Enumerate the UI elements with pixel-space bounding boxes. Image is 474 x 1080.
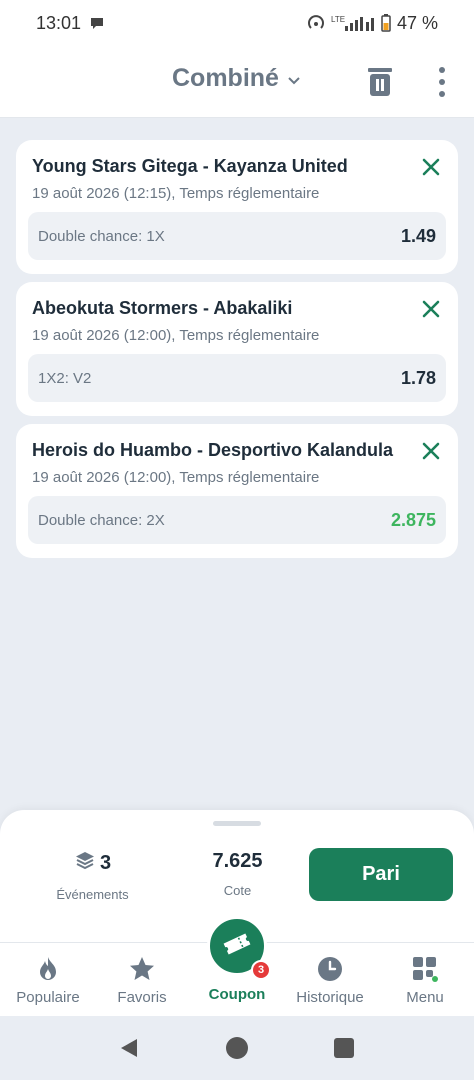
ticket-icon (222, 931, 252, 962)
chevron-down-icon (287, 64, 301, 93)
layers-icon (74, 850, 96, 877)
status-bar: 13:01 LTE 47 % (0, 0, 474, 46)
recent-apps-icon[interactable] (334, 1038, 354, 1058)
bet-list: Young Stars Gitega - Kayanza United 19 a… (16, 140, 458, 566)
nav-item-menu[interactable]: Menu (378, 943, 472, 1017)
place-bet-button[interactable]: Pari (309, 848, 453, 901)
events-label: Événements (56, 887, 129, 902)
hotspot-icon (307, 15, 325, 31)
events-count: 3 (99, 852, 112, 874)
bet-card: Young Stars Gitega - Kayanza United 19 a… (16, 140, 458, 274)
nav-label: Menu (406, 989, 444, 1006)
coupon-count-badge: 3 (251, 960, 271, 980)
nav-label: Favoris (117, 989, 167, 1006)
selection-label: Double chance: 1X (38, 227, 165, 245)
selection-label: Double chance: 2X (38, 511, 165, 529)
system-navigation-bar (0, 1016, 474, 1080)
bet-card: Herois do Huambo - Desportivo Kalandula … (16, 424, 458, 558)
remove-bet-close-icon[interactable] (420, 156, 442, 178)
trash-icon[interactable] (366, 66, 394, 98)
match-name: Young Stars Gitega - Kayanza United (32, 156, 348, 176)
bet-card: Abeokuta Stormers - Abakaliki 19 août 20… (16, 282, 458, 416)
star-icon (128, 955, 156, 983)
svg-text:LTE: LTE (331, 15, 345, 24)
match-name: Herois do Huambo - Desportivo Kalandula (32, 440, 394, 460)
nav-label: Coupon (208, 986, 266, 1003)
page-title: Combiné (172, 64, 279, 92)
nav-label: Populaire (16, 989, 80, 1006)
remove-bet-close-icon[interactable] (420, 440, 442, 462)
battery-icon (381, 14, 391, 32)
selection-odd: 2.875 (390, 509, 436, 530)
remove-bet-close-icon[interactable] (420, 298, 442, 320)
back-icon[interactable] (118, 1037, 140, 1064)
selection-odd: 1.49 (400, 225, 436, 246)
nav-item-favoris[interactable]: Favoris (95, 943, 189, 1017)
chat-notification-icon (89, 15, 105, 31)
app-header: Combiné (0, 46, 474, 118)
lte-signal-icon: LTE (331, 14, 375, 32)
nav-label: Historique (296, 989, 364, 1006)
total-odds: 7.625 (212, 850, 263, 872)
status-time: 13:01 (36, 12, 82, 33)
match-date: 19 août 2026 (12:00), Temps réglementair… (32, 327, 320, 344)
clock-icon (316, 955, 344, 983)
events-summary: 3 Événements (40, 850, 145, 902)
odds-label: Cote (223, 883, 252, 898)
battery-percent: 47 % (396, 12, 438, 33)
match-date: 19 août 2026 (12:00), Temps réglementair… (32, 469, 320, 486)
home-icon[interactable] (226, 1037, 248, 1059)
nav-item-populaire[interactable]: Populaire (1, 943, 95, 1017)
bet-selection: Double chance: 1X 1.49 (28, 212, 446, 260)
bet-selection: Double chance: 2X 2.875 (28, 496, 446, 544)
match-date: 19 août 2026 (12:15), Temps réglementair… (32, 185, 320, 202)
selection-label: 1X2: V2 (38, 369, 92, 387)
grid-icon (411, 955, 439, 983)
nav-item-historique[interactable]: Historique (283, 943, 377, 1017)
more-options-icon[interactable] (430, 64, 454, 100)
selection-odd: 1.78 (400, 367, 436, 388)
bet-type-dropdown[interactable]: Combiné (172, 64, 301, 93)
odds-summary: 7.625 Cote (190, 850, 285, 898)
bet-selection: 1X2: V2 1.78 (28, 354, 446, 402)
sheet-drag-handle[interactable] (213, 821, 261, 826)
match-name: Abeokuta Stormers - Abakaliki (32, 298, 293, 318)
flame-icon (34, 955, 62, 983)
